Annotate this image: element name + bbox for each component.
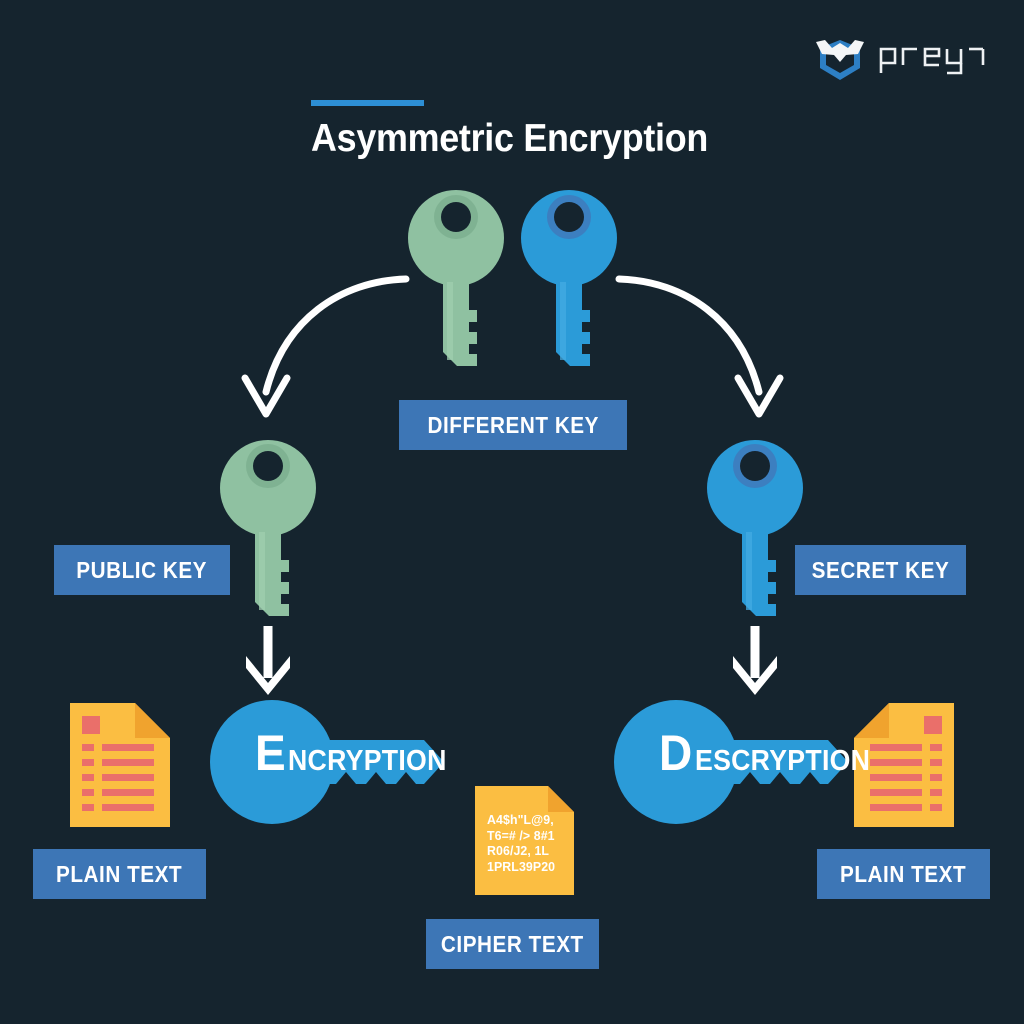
label-plain-text-left: PLAIN TEXT bbox=[33, 849, 206, 899]
infographic-canvas: Asymmetric Encryption E NCRYPTION D ESCR… bbox=[0, 0, 1024, 1024]
prey-wordmark bbox=[879, 47, 985, 75]
label-different-key-text: DIFFERENT KEY bbox=[427, 411, 599, 438]
down-arrow-left-icon bbox=[246, 626, 290, 695]
label-plain-text-right-text: PLAIN TEXT bbox=[840, 860, 967, 887]
top-green-key-icon bbox=[408, 190, 504, 366]
cipher-line: T6=# /> 8#1 bbox=[487, 827, 555, 843]
cipher-line: 1PRL39P20 bbox=[487, 858, 556, 874]
label-public-key: PUBLIC KEY bbox=[54, 545, 230, 595]
encryption-initial: E bbox=[255, 725, 286, 781]
label-public-key-text: PUBLIC KEY bbox=[76, 556, 208, 583]
cipher-line: R06/J2, 1L bbox=[487, 843, 550, 858]
decryption-rest: ESCRYPTION bbox=[695, 745, 871, 777]
down-arrow-right-icon bbox=[733, 626, 777, 695]
decryption-key-label: D ESCRYPTION bbox=[659, 728, 886, 786]
page-title: Asymmetric Encryption bbox=[311, 117, 708, 160]
cipher-line: A4$h"L@9, bbox=[487, 812, 554, 827]
decryption-initial: D bbox=[659, 725, 693, 781]
label-cipher-text: CIPHER TEXT bbox=[426, 919, 599, 969]
cipher-text-content: A4$h"L@9, T6=# /> 8#1 R06/J2, 1L 1PRL39P… bbox=[487, 812, 583, 874]
prey-logo bbox=[812, 28, 987, 84]
curved-arrow-left-icon bbox=[241, 275, 410, 418]
label-secret-key: SECRET KEY bbox=[795, 545, 966, 595]
prey-shield-bird-logo-icon bbox=[816, 40, 864, 80]
top-blue-key-icon bbox=[521, 190, 617, 366]
label-plain-text-left-text: PLAIN TEXT bbox=[56, 860, 183, 887]
label-different-key: DIFFERENT KEY bbox=[399, 400, 627, 450]
label-plain-text-right: PLAIN TEXT bbox=[817, 849, 990, 899]
secret-key-icon bbox=[707, 440, 803, 616]
label-secret-key-text: SECRET KEY bbox=[811, 556, 950, 583]
title-underline-rule bbox=[311, 100, 424, 106]
plain-text-document-left-icon bbox=[70, 703, 170, 827]
encryption-rest: NCRYPTION bbox=[288, 745, 447, 777]
label-cipher-text-text: CIPHER TEXT bbox=[441, 930, 584, 957]
public-key-icon bbox=[220, 440, 316, 616]
curved-arrow-right-icon bbox=[615, 275, 784, 418]
encryption-key-label: E NCRYPTION bbox=[255, 728, 461, 786]
